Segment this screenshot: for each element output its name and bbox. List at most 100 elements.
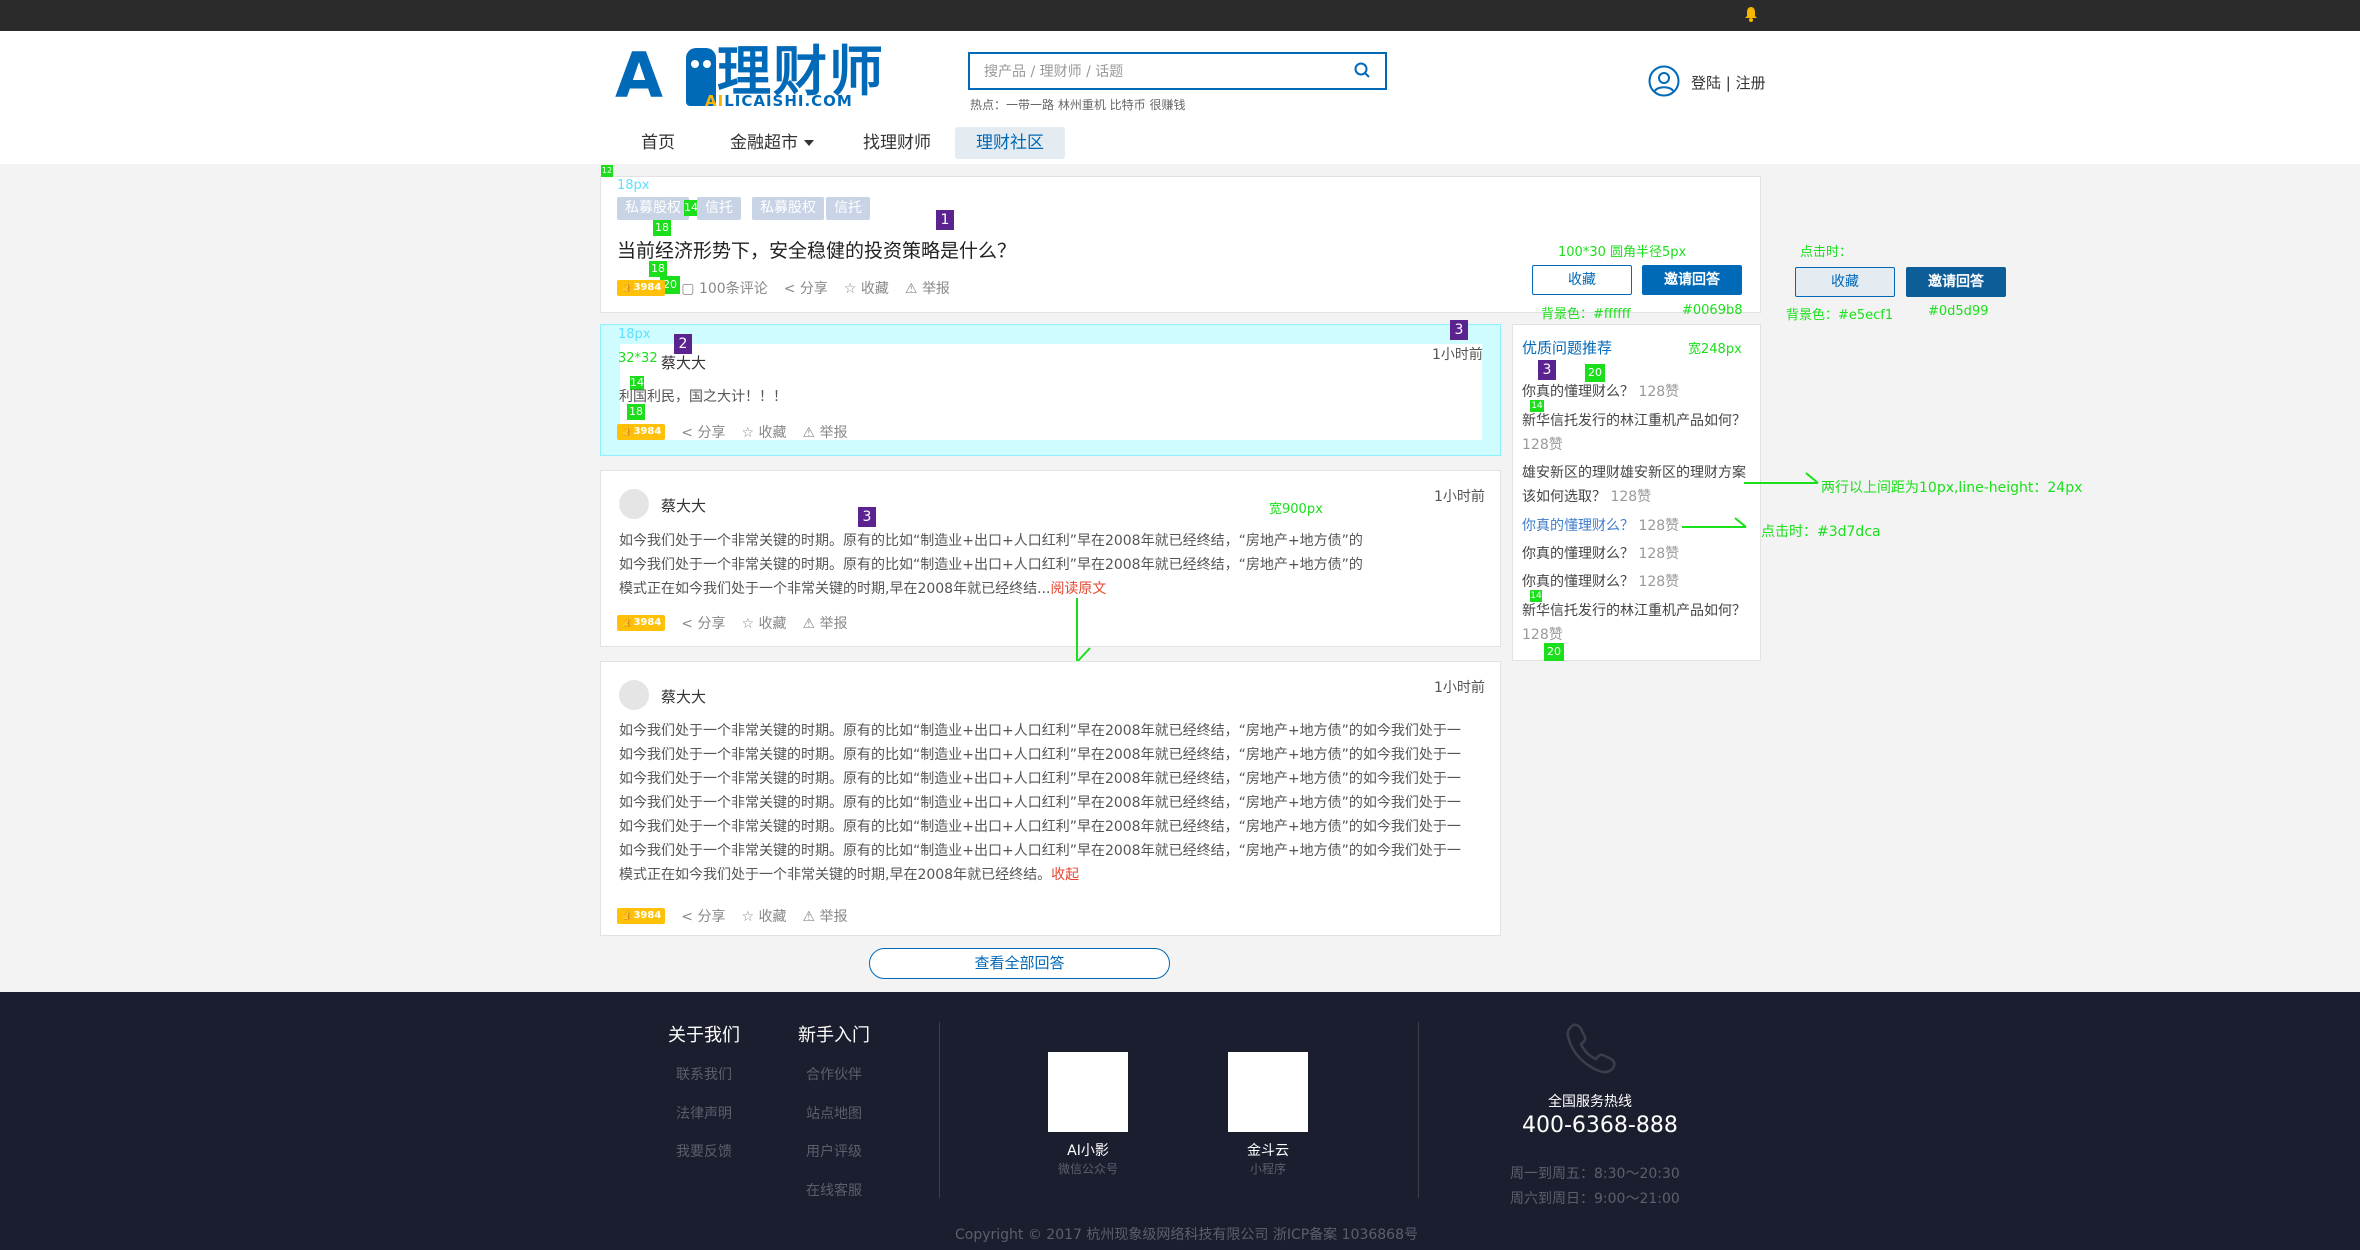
spacing-marker: 14 — [684, 200, 698, 216]
view-all-answers-button[interactable]: 查看全部回答 — [869, 948, 1170, 979]
recommend-item[interactable]: 新华信托发行的林江重机产品如何？ 128赞 — [1522, 599, 1752, 647]
recommend-item[interactable]: 雄安新区的理财雄安新区的理财方案该如何选取？ 128赞 — [1522, 461, 1752, 509]
spacing-marker: 18 — [627, 404, 645, 420]
avatar[interactable] — [619, 680, 649, 710]
recommend-item[interactable]: 你真的懂理财么？ 128赞 — [1522, 380, 1752, 404]
share-link[interactable]: < 分享 — [784, 278, 828, 298]
question-tag[interactable]: 信托 — [826, 197, 870, 220]
spacing-marker: 20 — [1544, 643, 1564, 661]
footer-link[interactable]: 法律声明 — [676, 1103, 732, 1123]
login-register-link[interactable]: 登陆 | 注册 — [1691, 72, 1766, 93]
phone-icon — [1566, 1023, 1616, 1074]
bg-annotation: 背景色：#ffffff — [1541, 307, 1631, 322]
footer-divider — [1418, 1022, 1419, 1198]
share-link[interactable]: < 分享 — [681, 613, 725, 633]
footer-divider — [939, 1022, 940, 1198]
like-badge[interactable]: 👍3984 — [617, 908, 666, 924]
search-placeholder: 搜产品 / 理财师 / 话题 — [984, 64, 1124, 80]
hover-color-annotation: 点击时：#3d7dca — [1761, 524, 1881, 540]
question-meta: 👍3984 ▢ 100条评论 < 分享 ☆ 收藏 ⚠ 举报 — [617, 278, 950, 298]
nav-item-find-advisor[interactable]: 找理财师 — [847, 127, 947, 159]
footer-link[interactable]: 站点地图 — [806, 1103, 862, 1123]
favorite-link[interactable]: ☆ 收藏 — [741, 422, 786, 442]
recommend-item[interactable]: 你真的懂理财么？ 128赞 — [1522, 570, 1752, 594]
footer-link[interactable]: 在线客服 — [806, 1180, 862, 1200]
width-annotation: 宽248px — [1688, 342, 1742, 357]
question-title[interactable]: 当前经济形势下，安全稳健的投资策略是什么？ — [617, 236, 1016, 263]
search-icon[interactable] — [1353, 61, 1371, 79]
line-height-annotation: 两行以上间距为10px,line-height：24px — [1821, 480, 2083, 496]
footer-guide-title: 新手入门 — [798, 1025, 870, 1046]
comments-link[interactable]: ▢ 100条评论 — [681, 278, 767, 298]
arrow-right-icon — [1682, 517, 1747, 528]
annotation-number: 1 — [936, 210, 954, 230]
qr-subtitle: 小程序 — [1249, 1162, 1286, 1176]
service-hours: 周六到周日：9:00～21:00 — [1510, 1191, 1680, 1207]
nav-item-home[interactable]: 首页 — [623, 127, 693, 159]
annotation-number: 3 — [1538, 360, 1556, 380]
copyright: Copyright © 2017 杭州现象级网络科技有限公司 浙ICP备案 10… — [955, 1227, 1418, 1243]
report-link[interactable]: ⚠ 举报 — [803, 906, 848, 926]
hotline-number: 400-6368-888 — [1522, 1113, 1678, 1138]
click-annotation: 点击时： — [1800, 245, 1853, 260]
invite-answer-button-pressed[interactable]: 邀请回答 — [1906, 267, 2006, 297]
read-more-link[interactable]: 阅读原文 — [1050, 581, 1106, 597]
nav-item-community[interactable]: 理财社区 — [955, 127, 1065, 159]
avatar[interactable] — [619, 489, 649, 519]
share-link[interactable]: < 分享 — [681, 906, 725, 926]
annotation-number: 2 — [674, 334, 692, 354]
user-name[interactable]: 蔡大大 — [661, 495, 706, 516]
recommend-item[interactable]: 新华信托发行的林江重机产品如何？ 128赞 — [1522, 409, 1752, 457]
question-tag[interactable]: 私募股权 — [752, 197, 824, 220]
hot-keywords[interactable]: 热点：一带一路 林州重机 比特币 很赚钱 — [970, 96, 1185, 113]
arrow-right-icon — [1744, 472, 1819, 484]
user-name[interactable]: 蔡大大 — [661, 352, 706, 373]
annotation-number: 3 — [858, 507, 876, 527]
collapse-link[interactable]: 收起 — [1051, 867, 1079, 883]
bg-annotation: #0069b8 — [1682, 303, 1743, 318]
qr-code-miniapp — [1228, 1052, 1308, 1132]
like-badge[interactable]: 👍3984 — [617, 280, 666, 296]
answer-time: 1小时前 — [1432, 347, 1483, 363]
service-hours: 周一到周五：8:30～20:30 — [1510, 1166, 1680, 1182]
spacing-marker: 18 — [653, 220, 671, 236]
bell-icon[interactable] — [1744, 6, 1758, 22]
question-tag[interactable]: 信托 — [697, 197, 741, 220]
arrow-down-icon — [1076, 598, 1091, 663]
chevron-down-icon — [804, 140, 814, 146]
user-icon[interactable] — [1648, 65, 1680, 97]
report-link[interactable]: ⚠ 举报 — [905, 278, 950, 298]
footer-about-title: 关于我们 — [668, 1025, 740, 1046]
spacing-marker: 12 — [601, 165, 613, 177]
footer-link[interactable]: 联系我们 — [676, 1064, 732, 1084]
spacing-marker: 18 — [649, 261, 667, 277]
user-name[interactable]: 蔡大大 — [661, 686, 706, 707]
footer-link[interactable]: 合作伙伴 — [806, 1064, 862, 1084]
top-bar — [0, 0, 2360, 31]
share-link[interactable]: < 分享 — [681, 422, 725, 442]
report-link[interactable]: ⚠ 举报 — [803, 422, 848, 442]
footer-link[interactable]: 用户评级 — [806, 1141, 862, 1161]
favorite-link[interactable]: ☆ 收藏 — [844, 278, 889, 298]
logo-letter[interactable]: A — [615, 40, 663, 112]
answer-text: 如今我们处于一个非常关键的时期。原有的比如“制造业+出口+人口红利”早在2008… — [619, 533, 1363, 597]
like-badge[interactable]: 👍3984 — [617, 424, 666, 440]
bg-annotation: 背景色：#e5ecf1 — [1786, 308, 1894, 323]
qr-title: 金斗云 — [1247, 1143, 1289, 1159]
favorite-link[interactable]: ☆ 收藏 — [741, 613, 786, 633]
nav-item-finance-market[interactable]: 金融超市 — [727, 127, 817, 159]
qr-subtitle: 微信公众号 — [1057, 1162, 1118, 1176]
report-link[interactable]: ⚠ 举报 — [803, 613, 848, 633]
logo-subtext: AILICAISHI.COM — [705, 92, 853, 110]
width-annotation: 宽900px — [1269, 502, 1323, 517]
invite-answer-button[interactable]: 邀请回答 — [1642, 265, 1742, 295]
footer-link[interactable]: 我要反馈 — [676, 1141, 732, 1161]
like-badge[interactable]: 👍3984 — [617, 615, 666, 631]
favorite-button-pressed[interactable]: 收藏 — [1795, 267, 1895, 297]
answer-meta: 👍3984 < 分享 ☆ 收藏 ⚠ 举报 — [617, 613, 848, 633]
favorite-link[interactable]: ☆ 收藏 — [741, 906, 786, 926]
recommend-item[interactable]: 你真的懂理财么？ 128赞 — [1522, 542, 1752, 566]
favorite-button[interactable]: 收藏 — [1532, 265, 1632, 295]
qr-code-wechat — [1048, 1052, 1128, 1132]
question-tag[interactable]: 私募股权 — [617, 197, 689, 220]
